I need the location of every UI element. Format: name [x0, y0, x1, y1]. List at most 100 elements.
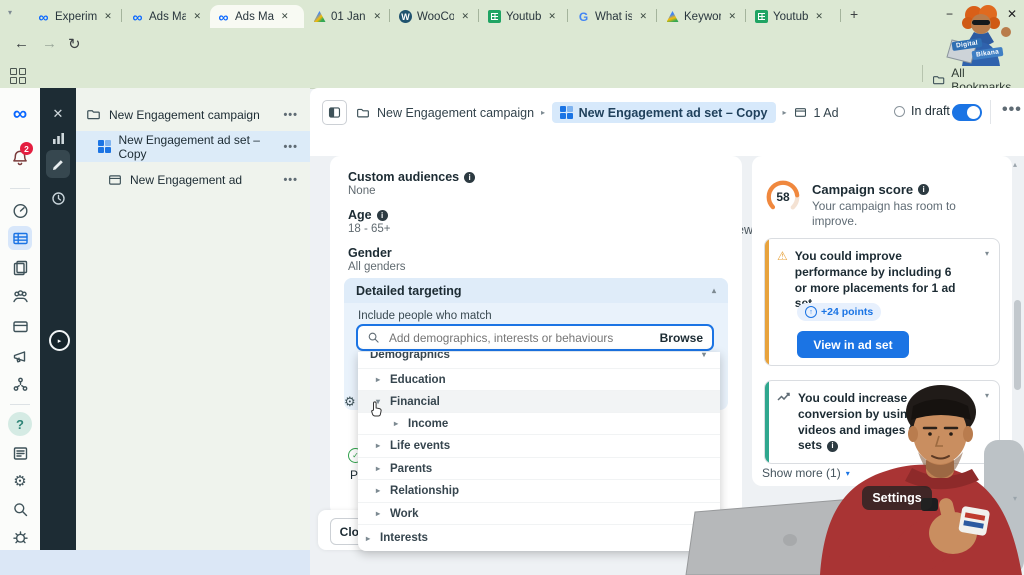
more-options-icon[interactable]: •••	[283, 141, 298, 153]
chevron-right-icon: ▸	[376, 509, 381, 518]
edit-pencil-icon[interactable]	[46, 150, 70, 178]
back-icon[interactable]: ←	[14, 35, 29, 52]
info-icon[interactable]	[918, 184, 930, 195]
editor-dark-rail: ✕ ▸	[40, 88, 76, 550]
arrow-up-icon: ↑	[805, 306, 817, 318]
screen: ▾ ∞ Experim ✕ ∞ Ads Ma ✕ ∞ Ads Ma ✕ 01 J…	[0, 0, 1024, 575]
suggestion-card-placements[interactable]: ⚠ You could improve performance by inclu…	[764, 238, 1000, 366]
targeting-search-box[interactable]: Browse	[356, 324, 714, 351]
info-icon[interactable]	[376, 209, 388, 221]
tab-label: WooCo	[417, 10, 455, 23]
chevron-right-icon: ▸	[366, 533, 371, 543]
browse-link[interactable]: Browse	[660, 331, 703, 345]
tree-item-adset-selected[interactable]: New Engagement ad set – Copy •••	[76, 131, 310, 162]
more-options-icon[interactable]: •••	[283, 174, 298, 186]
collapse-chevron-icon[interactable]: ▴	[712, 286, 716, 295]
browser-tab[interactable]: Keywor ✕	[659, 5, 743, 28]
include-people-label: Include people who match	[358, 310, 492, 322]
tab-close-icon[interactable]: ✕	[728, 11, 736, 22]
header-more-options-icon[interactable]: •••	[1002, 101, 1022, 119]
meta-logo-icon[interactable]: ∞	[8, 102, 32, 126]
view-in-ad-set-button[interactable]: View in ad set	[797, 331, 909, 358]
google-ads-icon	[666, 10, 679, 23]
chevron-right-icon: ▸	[376, 441, 381, 450]
draft-status: In draft	[894, 104, 950, 118]
tab-label: 01 Jan 2	[331, 10, 366, 23]
adset-grid-icon	[560, 106, 573, 119]
bottom-strip	[0, 550, 310, 575]
meta-left-rail: ∞ 2 ? ⚙	[0, 88, 40, 550]
wordpress-icon: W	[399, 10, 412, 23]
gender-value: All genders	[348, 261, 406, 273]
charts-icon[interactable]	[46, 126, 70, 150]
ad-icon	[794, 108, 806, 117]
targeting-search-input[interactable]	[387, 329, 653, 346]
ads-manager-megaphone-icon[interactable]	[8, 344, 32, 368]
forward-icon[interactable]: →	[42, 35, 57, 52]
collapse-sidebar-button[interactable]	[322, 100, 347, 125]
score-value: 58	[776, 190, 790, 204]
breadcrumb-campaign[interactable]: New Engagement campaign	[377, 106, 534, 120]
campaigns-icon[interactable]	[8, 226, 32, 250]
chevron-down-icon[interactable]: ▾	[985, 249, 989, 258]
tab-close-icon[interactable]: ✕	[815, 11, 823, 22]
account-overview-icon[interactable]	[8, 198, 32, 222]
new-tab-button[interactable]: +	[850, 6, 858, 22]
browser-tab[interactable]: 01 Jan 2 ✕	[306, 5, 388, 28]
meta-icon: ∞	[218, 8, 229, 25]
browser-tab[interactable]: W WooCo ✕	[392, 5, 476, 28]
tree-item-campaign[interactable]: New Engagement campaign •••	[76, 99, 310, 130]
apps-grid-icon[interactable]	[10, 68, 26, 84]
scroll-down-icon[interactable]: ▾	[1013, 494, 1017, 503]
tab-label: Youtub	[773, 10, 809, 23]
report-bug-icon[interactable]	[8, 525, 32, 549]
tab-close-icon[interactable]: ✕	[461, 11, 469, 22]
help-icon[interactable]: ?	[8, 412, 32, 436]
ads-reporting-icon[interactable]	[8, 255, 32, 279]
browser-tab-active[interactable]: ∞ Ads Ma ✕	[210, 5, 304, 28]
browser-tab[interactable]: ∞ Ads Ma ✕	[124, 5, 208, 28]
browser-tab[interactable]: Youtub ✕	[748, 5, 836, 28]
history-clock-icon[interactable]	[46, 186, 70, 210]
tab-close-icon[interactable]: ✕	[193, 11, 201, 22]
audiences-icon[interactable]	[8, 284, 32, 308]
detailed-targeting-header[interactable]: Detailed targeting ▴	[344, 278, 728, 303]
tab-close-icon[interactable]: ✕	[548, 11, 556, 22]
reload-icon[interactable]: ↻	[68, 35, 81, 53]
breadcrumb-adset-selected[interactable]: New Engagement ad set – Copy	[552, 102, 776, 123]
main-header: New Engagement campaign ▸ New Engagement…	[310, 88, 1024, 241]
drive-icon	[313, 10, 326, 23]
browser-tab[interactable]: G What is ✕	[570, 5, 654, 28]
notifications-bell-icon[interactable]: 2	[8, 142, 33, 170]
browser-tab[interactable]: Youtub ✕	[481, 5, 565, 28]
custom-audiences-value: None	[348, 185, 376, 197]
tab-close-icon[interactable]: ✕	[639, 11, 647, 22]
tree-item-ad[interactable]: New Engagement ad •••	[76, 164, 310, 195]
breadcrumb: New Engagement campaign ▸ New Engagement…	[356, 102, 839, 123]
dropdown-item-demographics[interactable]: Demographics ▾	[358, 352, 720, 367]
browser-tab[interactable]: ∞ Experim ✕	[30, 5, 119, 28]
meta-icon: ∞	[132, 8, 143, 25]
tab-close-icon[interactable]: ✕	[281, 11, 289, 22]
mouse-cursor-hand	[371, 401, 382, 417]
ad-icon	[109, 174, 121, 185]
settings-gear-icon[interactable]: ⚙	[8, 469, 32, 493]
breadcrumb-ads[interactable]: 1 Ad	[814, 106, 839, 120]
billing-icon[interactable]	[8, 314, 32, 338]
tab-close-icon[interactable]: ✕	[104, 11, 112, 22]
tab-close-icon[interactable]: ✕	[373, 11, 381, 22]
adset-active-toggle[interactable]	[952, 104, 982, 121]
more-options-icon[interactable]: •••	[283, 109, 298, 121]
news-icon[interactable]	[8, 441, 32, 465]
browser-tab-bar: ▾ ∞ Experim ✕ ∞ Ads Ma ✕ ∞ Ads Ma ✕ 01 J…	[0, 0, 1024, 28]
expand-panel-icon[interactable]: ▸	[49, 330, 70, 351]
close-editor-icon[interactable]: ✕	[46, 102, 70, 126]
sheets-icon	[488, 10, 501, 23]
search-icon[interactable]	[8, 497, 32, 521]
advantage-gear-icon[interactable]: ⚙	[344, 394, 356, 410]
info-icon[interactable]	[464, 171, 476, 183]
folder-icon	[357, 108, 369, 117]
tab-search-chevron-icon[interactable]: ▾	[8, 8, 12, 17]
assets-icon[interactable]	[8, 372, 32, 396]
scroll-up-icon[interactable]: ▴	[1013, 160, 1017, 169]
